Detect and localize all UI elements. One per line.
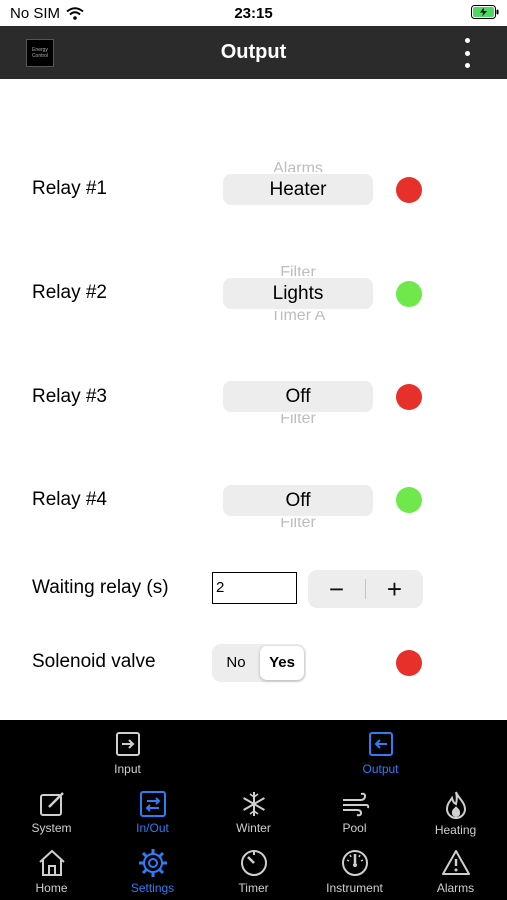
timer-icon <box>240 850 267 876</box>
wind-icon <box>342 792 369 817</box>
picker-selected-value[interactable]: Off <box>223 485 373 516</box>
tab-in-out[interactable]: In/Out <box>102 790 203 835</box>
picker-selected-value[interactable]: Heater <box>223 174 373 205</box>
home-icon <box>38 849 65 876</box>
tab-instrument[interactable]: Instrument <box>304 848 405 895</box>
relay-1-picker[interactable]: Alarms Heater <box>223 134 373 244</box>
tab-in-out-label: In/Out <box>136 821 169 835</box>
relay-4-picker[interactable]: Off Filter <box>223 445 373 555</box>
subtab-input-label: Input <box>114 762 141 776</box>
solenoid-status-indicator <box>396 650 422 676</box>
tab-settings-label: Settings <box>130 881 175 895</box>
tab-settings[interactable]: Settings <box>102 848 203 895</box>
picker-option-above: Filter <box>280 264 316 276</box>
bottom-navigation: Input Output System In/Out Winter Pool H… <box>0 720 507 900</box>
input-arrow-icon <box>115 732 140 756</box>
tab-alarms-label: Alarms <box>436 881 475 895</box>
tab-system[interactable]: System <box>1 790 102 835</box>
edit-icon <box>39 792 64 816</box>
battery-charging-icon <box>471 5 499 19</box>
waiting-relay-label: Waiting relay (s) <box>32 577 169 598</box>
relay-3-status-indicator <box>396 384 422 410</box>
picker-selected-value[interactable]: Lights <box>223 278 373 309</box>
tab-pool-label: Pool <box>342 821 367 835</box>
picker-option-below: Filter <box>280 414 316 427</box>
picker-option-above <box>223 469 373 483</box>
swap-arrows-icon <box>139 791 166 817</box>
relay-2-label: Relay #2 <box>32 282 107 303</box>
decrement-button[interactable]: − <box>308 570 365 608</box>
picker-selected-value[interactable]: Off <box>223 381 373 412</box>
output-arrow-icon <box>368 732 393 756</box>
tab-winter[interactable]: Winter <box>203 790 304 835</box>
relay-4-label: Relay #4 <box>32 489 107 510</box>
relay-1-label: Relay #1 <box>32 178 107 199</box>
picker-option-above: Alarms <box>273 160 323 172</box>
relay-4-status-indicator <box>396 487 422 513</box>
waiting-relay-stepper: − + <box>308 570 423 608</box>
subtab-output[interactable]: Output <box>330 730 431 776</box>
tab-home[interactable]: Home <box>1 848 102 895</box>
tab-heating[interactable]: Heating <box>405 790 506 837</box>
tab-timer-label: Timer <box>238 881 269 895</box>
tab-winter-label: Winter <box>236 821 271 835</box>
relay-2-picker[interactable]: Filter Lights Timer A <box>223 238 373 348</box>
tab-heating-label: Heating <box>434 823 477 837</box>
more-dot-icon <box>464 63 470 68</box>
tab-pool[interactable]: Pool <box>304 790 405 835</box>
relay-1-status-indicator <box>396 177 422 203</box>
solenoid-valve-label: Solenoid valve <box>32 651 156 672</box>
tab-alarms[interactable]: Alarms <box>405 848 506 895</box>
tab-timer[interactable]: Timer <box>203 848 304 895</box>
gauge-icon <box>341 850 368 876</box>
output-settings: Relay #1 Alarms Heater Relay #2 Filter L… <box>0 79 507 720</box>
segment-yes[interactable]: Yes <box>260 646 304 680</box>
status-bar: No SIM 23:15 <box>0 0 507 26</box>
tab-system-label: System <box>31 821 72 835</box>
picker-option-below: Filter <box>280 518 316 531</box>
picker-option-above <box>223 365 373 379</box>
relay-3-picker[interactable]: Off Filter <box>223 341 373 451</box>
flame-icon <box>445 791 466 819</box>
subtab-output-label: Output <box>362 762 399 776</box>
solenoid-valve-toggle: No Yes <box>212 644 306 682</box>
picker-option-below <box>223 207 373 221</box>
tab-home-label: Home <box>35 881 68 895</box>
more-dot-icon <box>464 38 470 43</box>
picker-option-below: Timer A <box>270 311 326 324</box>
navigation-bar: Energy Control Output <box>0 26 507 79</box>
page-title: Output <box>220 41 287 63</box>
more-dot-icon <box>464 50 470 56</box>
waiting-relay-input[interactable]: 2 <box>212 572 297 604</box>
snowflake-icon <box>242 792 265 816</box>
more-menu-button[interactable] <box>457 38 477 68</box>
relay-3-label: Relay #3 <box>32 386 107 407</box>
warning-icon <box>441 850 470 875</box>
increment-button[interactable]: + <box>366 570 423 608</box>
subtab-input[interactable]: Input <box>77 730 178 776</box>
status-time: 23:15 <box>234 5 273 22</box>
relay-2-status-indicator <box>396 281 422 307</box>
gear-icon <box>138 849 167 877</box>
tab-instrument-label: Instrument <box>326 881 383 895</box>
segment-no[interactable]: No <box>214 646 258 680</box>
